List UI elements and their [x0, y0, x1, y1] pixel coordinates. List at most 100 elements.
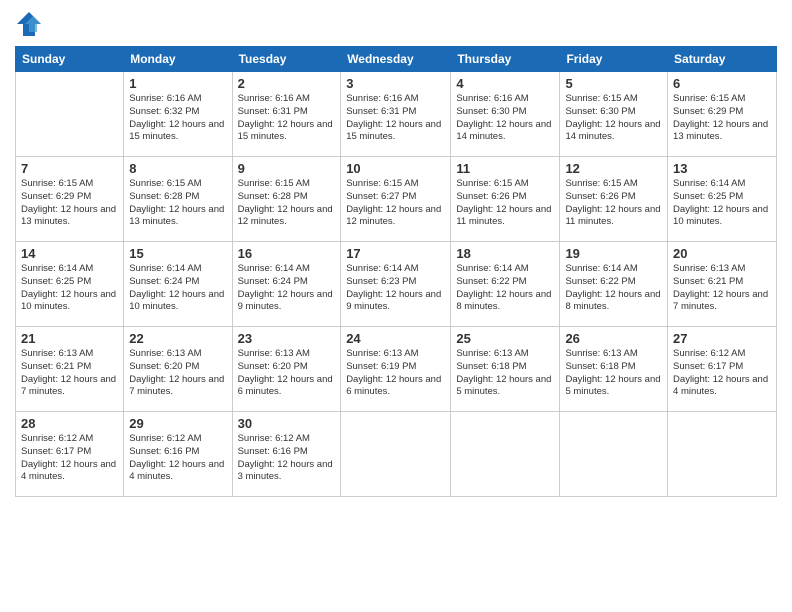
- day-number: 11: [456, 161, 554, 176]
- day-info: Sunrise: 6:13 AMSunset: 6:21 PMDaylight:…: [21, 348, 118, 399]
- day-number: 10: [346, 161, 445, 176]
- calendar: SundayMondayTuesdayWednesdayThursdayFrid…: [15, 46, 777, 497]
- day-number: 2: [238, 76, 336, 91]
- day-number: 30: [238, 416, 336, 431]
- week-row-2: 7Sunrise: 6:15 AMSunset: 6:29 PMDaylight…: [16, 157, 777, 242]
- week-row-5: 28 Sunrise: 6:12 AMSunset: 6:17 PMDayligh…: [16, 412, 777, 497]
- calendar-cell: 26 Sunrise: 6:13 AMSunset: 6:18 PMDayligh…: [560, 327, 668, 412]
- weekday-wednesday: Wednesday: [341, 47, 451, 72]
- day-number: 29: [129, 416, 226, 431]
- day-info: Sunrise: 6:16 AMSunset: 6:31 PMDaylight:…: [346, 93, 445, 144]
- day-info: Sunrise: 6:14 AMSunset: 6:24 PMDaylight:…: [238, 263, 336, 314]
- page: SundayMondayTuesdayWednesdayThursdayFrid…: [0, 0, 792, 612]
- calendar-cell: 18 Sunrise: 6:14 AMSunset: 6:22 PMDayligh…: [451, 242, 560, 327]
- day-number: 14: [21, 246, 118, 261]
- calendar-cell: 2 Sunrise: 6:16 AMSunset: 6:31 PMDaylight…: [232, 72, 341, 157]
- day-info: Sunrise: 6:13 AMSunset: 6:21 PMDaylight:…: [673, 263, 771, 314]
- calendar-cell: 12 Sunrise: 6:15 AMSunset: 6:26 PMDayligh…: [560, 157, 668, 242]
- calendar-cell: [341, 412, 451, 497]
- calendar-cell: 28 Sunrise: 6:12 AMSunset: 6:17 PMDayligh…: [16, 412, 124, 497]
- day-info: Sunrise: 6:13 AMSunset: 6:18 PMDaylight:…: [456, 348, 554, 399]
- day-number: 16: [238, 246, 336, 261]
- calendar-cell: 22 Sunrise: 6:13 AMSunset: 6:20 PMDayligh…: [124, 327, 232, 412]
- day-info: Sunrise: 6:15 AMSunset: 6:28 PMDaylight:…: [238, 178, 336, 229]
- weekday-friday: Friday: [560, 47, 668, 72]
- logo-icon: [15, 10, 43, 38]
- day-number: 25: [456, 331, 554, 346]
- day-number: 3: [346, 76, 445, 91]
- day-info: Sunrise: 6:12 AMSunset: 6:16 PMDaylight:…: [238, 433, 336, 484]
- day-number: 17: [346, 246, 445, 261]
- calendar-cell: 19Sunrise: 6:14 AMSunset: 6:22 PMDayligh…: [560, 242, 668, 327]
- week-row-4: 21Sunrise: 6:13 AMSunset: 6:21 PMDayligh…: [16, 327, 777, 412]
- day-number: 7: [21, 161, 118, 176]
- calendar-cell: 5Sunrise: 6:15 AMSunset: 6:30 PMDaylight…: [560, 72, 668, 157]
- weekday-monday: Monday: [124, 47, 232, 72]
- day-info: Sunrise: 6:16 AMSunset: 6:32 PMDaylight:…: [129, 93, 226, 144]
- weekday-sunday: Sunday: [16, 47, 124, 72]
- day-number: 13: [673, 161, 771, 176]
- calendar-cell: 13 Sunrise: 6:14 AMSunset: 6:25 PMDayligh…: [668, 157, 777, 242]
- day-info: Sunrise: 6:16 AMSunset: 6:30 PMDaylight:…: [456, 93, 554, 144]
- day-number: 19: [565, 246, 662, 261]
- day-number: 12: [565, 161, 662, 176]
- day-number: 28: [21, 416, 118, 431]
- day-number: 24: [346, 331, 445, 346]
- day-number: 23: [238, 331, 336, 346]
- day-info: Sunrise: 6:14 AMSunset: 6:25 PMDaylight:…: [673, 178, 771, 229]
- day-number: 1: [129, 76, 226, 91]
- calendar-cell: 25 Sunrise: 6:13 AMSunset: 6:18 PMDayligh…: [451, 327, 560, 412]
- day-info: Sunrise: 6:14 AMSunset: 6:23 PMDaylight:…: [346, 263, 445, 314]
- day-number: 9: [238, 161, 336, 176]
- day-number: 18: [456, 246, 554, 261]
- calendar-cell: 10 Sunrise: 6:15 AMSunset: 6:27 PMDayligh…: [341, 157, 451, 242]
- day-number: 5: [565, 76, 662, 91]
- calendar-cell: [560, 412, 668, 497]
- day-number: 15: [129, 246, 226, 261]
- calendar-cell: 21Sunrise: 6:13 AMSunset: 6:21 PMDayligh…: [16, 327, 124, 412]
- calendar-cell: [668, 412, 777, 497]
- calendar-cell: 23 Sunrise: 6:13 AMSunset: 6:20 PMDayligh…: [232, 327, 341, 412]
- calendar-cell: 30 Sunrise: 6:12 AMSunset: 6:16 PMDayligh…: [232, 412, 341, 497]
- day-info: Sunrise: 6:14 AMSunset: 6:24 PMDaylight:…: [129, 263, 226, 314]
- calendar-cell: 6 Sunrise: 6:15 AMSunset: 6:29 PMDaylight…: [668, 72, 777, 157]
- day-info: Sunrise: 6:15 AMSunset: 6:28 PMDaylight:…: [129, 178, 226, 229]
- day-info: Sunrise: 6:14 AMSunset: 6:25 PMDaylight:…: [21, 263, 118, 314]
- day-info: Sunrise: 6:13 AMSunset: 6:20 PMDaylight:…: [129, 348, 226, 399]
- day-info: Sunrise: 6:12 AMSunset: 6:17 PMDaylight:…: [21, 433, 118, 484]
- day-info: Sunrise: 6:15 AMSunset: 6:26 PMDaylight:…: [565, 178, 662, 229]
- day-number: 20: [673, 246, 771, 261]
- calendar-cell: 29 Sunrise: 6:12 AMSunset: 6:16 PMDayligh…: [124, 412, 232, 497]
- week-row-3: 14 Sunrise: 6:14 AMSunset: 6:25 PMDayligh…: [16, 242, 777, 327]
- calendar-cell: 8Sunrise: 6:15 AMSunset: 6:28 PMDaylight…: [124, 157, 232, 242]
- weekday-header-row: SundayMondayTuesdayWednesdayThursdayFrid…: [16, 47, 777, 72]
- header: [15, 10, 777, 38]
- calendar-cell: 7Sunrise: 6:15 AMSunset: 6:29 PMDaylight…: [16, 157, 124, 242]
- day-info: Sunrise: 6:15 AMSunset: 6:29 PMDaylight:…: [673, 93, 771, 144]
- day-info: Sunrise: 6:16 AMSunset: 6:31 PMDaylight:…: [238, 93, 336, 144]
- logo: [15, 10, 46, 38]
- calendar-cell: 20 Sunrise: 6:13 AMSunset: 6:21 PMDayligh…: [668, 242, 777, 327]
- day-info: Sunrise: 6:13 AMSunset: 6:20 PMDaylight:…: [238, 348, 336, 399]
- week-row-1: 1 Sunrise: 6:16 AMSunset: 6:32 PMDaylight…: [16, 72, 777, 157]
- calendar-cell: 17 Sunrise: 6:14 AMSunset: 6:23 PMDayligh…: [341, 242, 451, 327]
- weekday-saturday: Saturday: [668, 47, 777, 72]
- calendar-cell: 1 Sunrise: 6:16 AMSunset: 6:32 PMDaylight…: [124, 72, 232, 157]
- calendar-cell: 15 Sunrise: 6:14 AMSunset: 6:24 PMDayligh…: [124, 242, 232, 327]
- day-info: Sunrise: 6:12 AMSunset: 6:17 PMDaylight:…: [673, 348, 771, 399]
- calendar-cell: 3 Sunrise: 6:16 AMSunset: 6:31 PMDaylight…: [341, 72, 451, 157]
- day-number: 22: [129, 331, 226, 346]
- day-info: Sunrise: 6:15 AMSunset: 6:27 PMDaylight:…: [346, 178, 445, 229]
- day-info: Sunrise: 6:12 AMSunset: 6:16 PMDaylight:…: [129, 433, 226, 484]
- day-info: Sunrise: 6:14 AMSunset: 6:22 PMDaylight:…: [456, 263, 554, 314]
- day-number: 6: [673, 76, 771, 91]
- weekday-thursday: Thursday: [451, 47, 560, 72]
- day-number: 27: [673, 331, 771, 346]
- day-number: 26: [565, 331, 662, 346]
- day-info: Sunrise: 6:13 AMSunset: 6:19 PMDaylight:…: [346, 348, 445, 399]
- calendar-cell: 9 Sunrise: 6:15 AMSunset: 6:28 PMDaylight…: [232, 157, 341, 242]
- calendar-cell: 24 Sunrise: 6:13 AMSunset: 6:19 PMDayligh…: [341, 327, 451, 412]
- day-info: Sunrise: 6:15 AMSunset: 6:26 PMDaylight:…: [456, 178, 554, 229]
- calendar-cell: 11 Sunrise: 6:15 AMSunset: 6:26 PMDayligh…: [451, 157, 560, 242]
- day-info: Sunrise: 6:13 AMSunset: 6:18 PMDaylight:…: [565, 348, 662, 399]
